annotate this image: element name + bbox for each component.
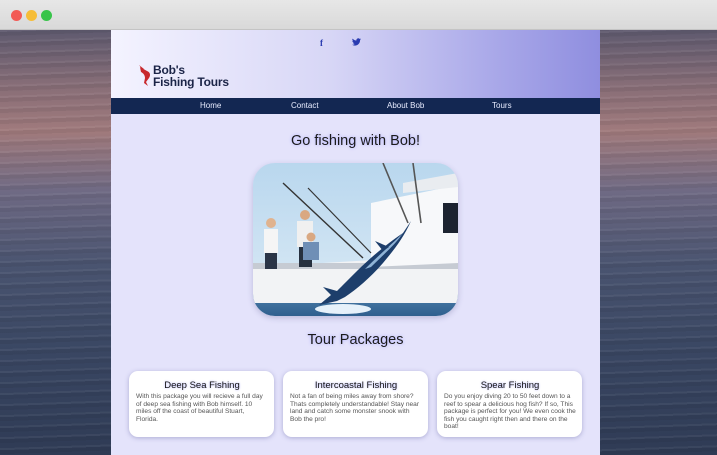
minimize-window-button[interactable] <box>26 10 37 21</box>
package-description: Not a fan of being miles away from shore… <box>290 393 420 423</box>
package-description: With this package you will recieve a ful… <box>136 393 263 423</box>
page-viewport: f Bob's Fishing Tours Home Contact About… <box>0 30 717 455</box>
site-header: f Bob's Fishing Tours <box>111 30 600 98</box>
logo-line-2: Fishing Tours <box>153 75 229 89</box>
package-title: Intercoastal Fishing <box>314 380 398 391</box>
package-description: Do you enjoy diving 20 to 50 feet down t… <box>444 393 576 431</box>
package-card-deep-sea[interactable]: Deep Sea Fishing With this package you w… <box>129 371 274 437</box>
browser-titlebar <box>0 0 717 30</box>
package-title: Deep Sea Fishing <box>164 380 240 391</box>
nav-contact[interactable]: Contact <box>291 101 319 110</box>
site-logo[interactable]: Bob's Fishing Tours <box>139 64 229 92</box>
twitter-icon[interactable] <box>352 38 361 48</box>
package-card-intercoastal[interactable]: Intercoastal Fishing Not a fan of being … <box>283 371 428 437</box>
hero-title: Go fishing with Bob! <box>291 133 420 149</box>
main-nav: Home Contact About Bob Tours <box>111 98 600 114</box>
marlin-logo-icon <box>139 65 151 86</box>
nav-tours[interactable]: Tours <box>492 101 512 110</box>
tour-packages-title: Tour Packages <box>307 332 404 348</box>
maximize-window-button[interactable] <box>41 10 52 21</box>
logo-text: Bob's Fishing Tours <box>153 64 229 88</box>
nav-about-bob[interactable]: About Bob <box>387 101 424 110</box>
close-window-button[interactable] <box>11 10 22 21</box>
package-title: Spear Fishing <box>480 380 540 391</box>
facebook-icon[interactable]: f <box>320 38 323 48</box>
site-container: f Bob's Fishing Tours Home Contact About… <box>111 30 600 455</box>
hero-fishing-image <box>253 163 458 316</box>
nav-home[interactable]: Home <box>200 101 221 110</box>
package-card-spear[interactable]: Spear Fishing Do you enjoy diving 20 to … <box>437 371 582 437</box>
